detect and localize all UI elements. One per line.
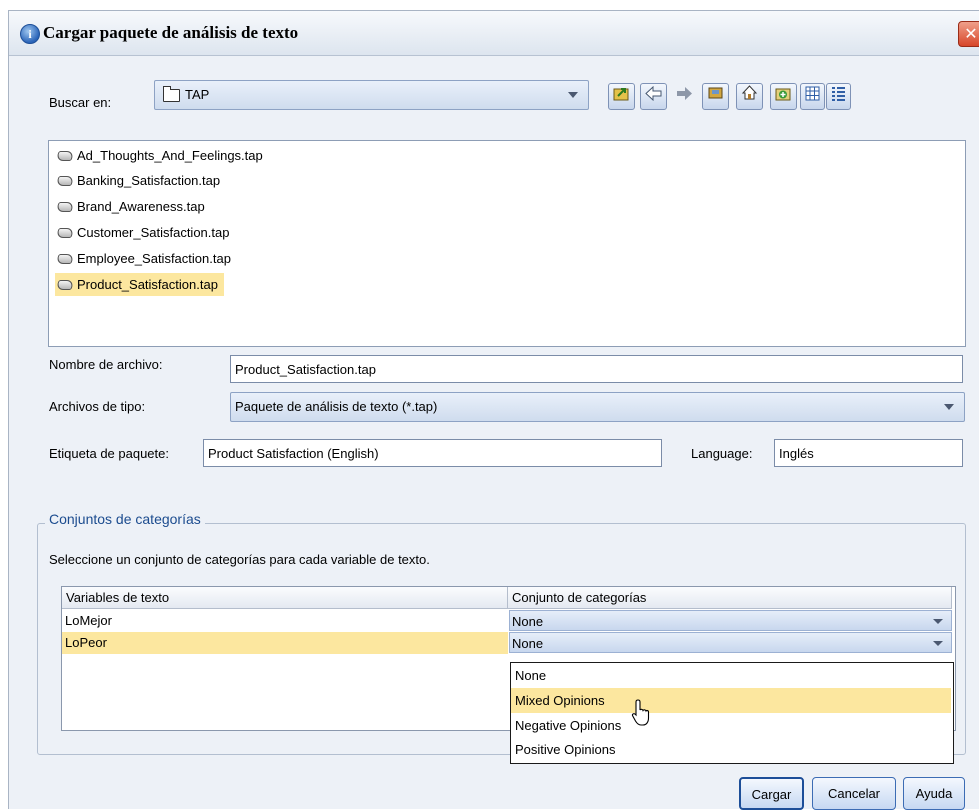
chevron-down-icon bbox=[933, 641, 943, 646]
dropdown-option-highlighted[interactable]: Mixed Opinions bbox=[511, 688, 951, 713]
file-item-selected[interactable]: Product_Satisfaction.tap bbox=[55, 273, 224, 296]
category-set-combo[interactable]: None bbox=[509, 610, 952, 631]
category-sets-instruction: Seleccione un conjunto de categorías par… bbox=[49, 552, 430, 567]
dropdown-option[interactable]: None bbox=[511, 663, 951, 688]
forward-icon[interactable] bbox=[671, 83, 698, 110]
file-item-label: Product_Satisfaction.tap bbox=[77, 277, 218, 292]
filename-label: Nombre de archivo: bbox=[49, 357, 163, 372]
cancel-button[interactable]: Cancelar bbox=[812, 777, 896, 810]
file-item-label: Banking_Satisfaction.tap bbox=[77, 173, 221, 188]
category-set-combo[interactable]: None bbox=[509, 632, 952, 653]
package-label-input[interactable]: Product Satisfaction (English) bbox=[203, 439, 662, 467]
new-folder-icon[interactable] bbox=[770, 83, 797, 110]
desktop-icon[interactable] bbox=[702, 83, 729, 110]
filetype-label: Archivos de tipo: bbox=[49, 399, 146, 414]
close-button[interactable]: ✕ bbox=[958, 21, 979, 47]
language-input[interactable]: Inglés bbox=[774, 439, 963, 467]
list-view-icon[interactable] bbox=[800, 83, 825, 110]
app-info-icon: i bbox=[20, 24, 40, 44]
category-set-value: None bbox=[512, 636, 544, 651]
load-button[interactable]: Cargar bbox=[739, 777, 804, 810]
dropdown-option[interactable]: Positive Opinions bbox=[511, 737, 951, 762]
filetype-value: Paquete de análisis de texto (*.tap) bbox=[235, 399, 438, 414]
look-in-label: Buscar en: bbox=[49, 95, 112, 110]
package-file-icon bbox=[55, 202, 75, 212]
help-button[interactable]: Ayuda bbox=[903, 777, 965, 810]
column-header-category-set[interactable]: Conjunto de categorías bbox=[508, 587, 952, 609]
details-view-icon[interactable] bbox=[826, 83, 851, 110]
package-label-label: Etiqueta de paquete: bbox=[49, 446, 169, 461]
hand-pointer-cursor-icon bbox=[631, 699, 650, 726]
table-row-variable-selected[interactable]: LoPeor bbox=[62, 632, 508, 654]
chevron-down-icon bbox=[568, 92, 578, 98]
package-file-icon bbox=[55, 280, 75, 290]
package-file-icon bbox=[55, 228, 75, 238]
dialog-title: Cargar paquete de análisis de texto bbox=[43, 23, 299, 42]
title-bar[interactable]: i Cargar paquete de análisis de texto ✕ bbox=[9, 11, 979, 56]
home-icon[interactable] bbox=[736, 83, 763, 110]
look-in-value: TAP bbox=[185, 87, 210, 102]
file-item[interactable]: Banking_Satisfaction.tap bbox=[55, 169, 226, 192]
folder-up-icon[interactable] bbox=[608, 83, 635, 110]
file-list[interactable]: Ad_Thoughts_And_Feelings.tap Banking_Sat… bbox=[48, 140, 966, 347]
dropdown-option[interactable]: Negative Opinions bbox=[511, 713, 951, 738]
file-item-label: Ad_Thoughts_And_Feelings.tap bbox=[77, 148, 263, 163]
table-row-variable[interactable]: LoMejor bbox=[62, 610, 508, 632]
file-item[interactable]: Employee_Satisfaction.tap bbox=[55, 247, 237, 270]
category-set-dropdown-list: None Mixed Opinions Negative Opinions Po… bbox=[510, 662, 954, 764]
category-sets-legend: Conjuntos de categorías bbox=[45, 511, 205, 527]
package-file-icon bbox=[55, 254, 75, 264]
chevron-down-icon bbox=[944, 404, 954, 410]
back-icon[interactable] bbox=[640, 83, 667, 110]
file-item[interactable]: Customer_Satisfaction.tap bbox=[55, 221, 235, 244]
filetype-combo[interactable]: Paquete de análisis de texto (*.tap) bbox=[230, 392, 965, 422]
look-in-combo[interactable]: TAP bbox=[154, 80, 589, 110]
column-header-text-variables[interactable]: Variables de texto bbox=[62, 587, 508, 609]
file-item-label: Employee_Satisfaction.tap bbox=[77, 251, 231, 266]
language-label: Language: bbox=[691, 446, 753, 461]
file-item-label: Brand_Awareness.tap bbox=[77, 199, 205, 214]
chevron-down-icon bbox=[933, 619, 943, 624]
folder-icon bbox=[163, 86, 180, 102]
file-item[interactable]: Brand_Awareness.tap bbox=[55, 195, 211, 218]
package-file-icon bbox=[55, 176, 75, 186]
package-file-icon bbox=[55, 151, 75, 161]
category-set-value: None bbox=[512, 614, 544, 629]
file-item-label: Customer_Satisfaction.tap bbox=[77, 225, 230, 240]
filename-input[interactable]: Product_Satisfaction.tap bbox=[230, 355, 963, 383]
file-item[interactable]: Ad_Thoughts_And_Feelings.tap bbox=[55, 144, 269, 167]
load-package-dialog: i Cargar paquete de análisis de texto ✕ … bbox=[8, 10, 979, 810]
